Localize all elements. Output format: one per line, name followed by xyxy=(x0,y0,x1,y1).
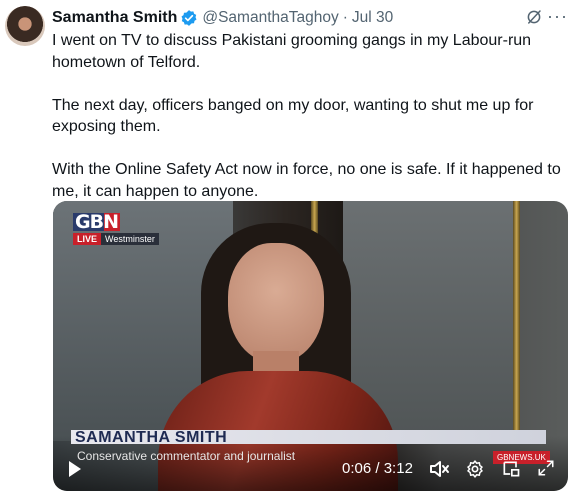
lower-third-title: Conservative commentator and journalist xyxy=(77,449,296,463)
speaker-face xyxy=(228,243,324,363)
settings-icon[interactable] xyxy=(465,459,485,484)
live-badge: LIVE xyxy=(73,233,102,245)
more-icon[interactable]: ··· xyxy=(547,6,568,27)
play-icon[interactable] xyxy=(67,459,83,484)
window-frame xyxy=(513,201,520,441)
video-time: 0:06 / 3:12 xyxy=(342,460,413,477)
tweet-header: Samantha Smith @SamanthaTaghoy · Jul 30 xyxy=(52,7,393,29)
tweet-text: I went on TV to discuss Pakistani groomi… xyxy=(52,30,567,224)
tweet-paragraph: I went on TV to discuss Pakistani groomi… xyxy=(52,32,532,71)
fullscreen-icon[interactable] xyxy=(537,459,555,482)
gbn-logo: GBN xyxy=(73,211,120,233)
location-badge: Westminster xyxy=(101,233,159,245)
current-time: 0:06 xyxy=(342,460,372,477)
lower-third-name: SAMANTHA SMITH xyxy=(75,429,228,446)
time-separator: / xyxy=(371,460,384,477)
author-handle[interactable]: @SamanthaTaghoy xyxy=(202,9,338,27)
mute-icon[interactable] xyxy=(429,459,451,484)
video-player[interactable]: GBN LIVE Westminster SAMANTHA SMITH Cons… xyxy=(53,201,568,491)
picture-in-picture-icon[interactable] xyxy=(501,459,521,484)
tweet-paragraph: The next day, officers banged on my door… xyxy=(52,96,534,136)
grok-icon[interactable] xyxy=(525,8,543,31)
duration: 3:12 xyxy=(383,460,413,477)
tweet-paragraph: With the Online Safety Act now in force,… xyxy=(52,161,561,200)
tweet-date[interactable]: Jul 30 xyxy=(352,9,393,27)
separator-dot: · xyxy=(342,9,348,26)
verified-badge-icon[interactable] xyxy=(180,9,198,27)
author-name[interactable]: Samantha Smith xyxy=(52,9,177,27)
author-avatar[interactable] xyxy=(5,6,45,46)
